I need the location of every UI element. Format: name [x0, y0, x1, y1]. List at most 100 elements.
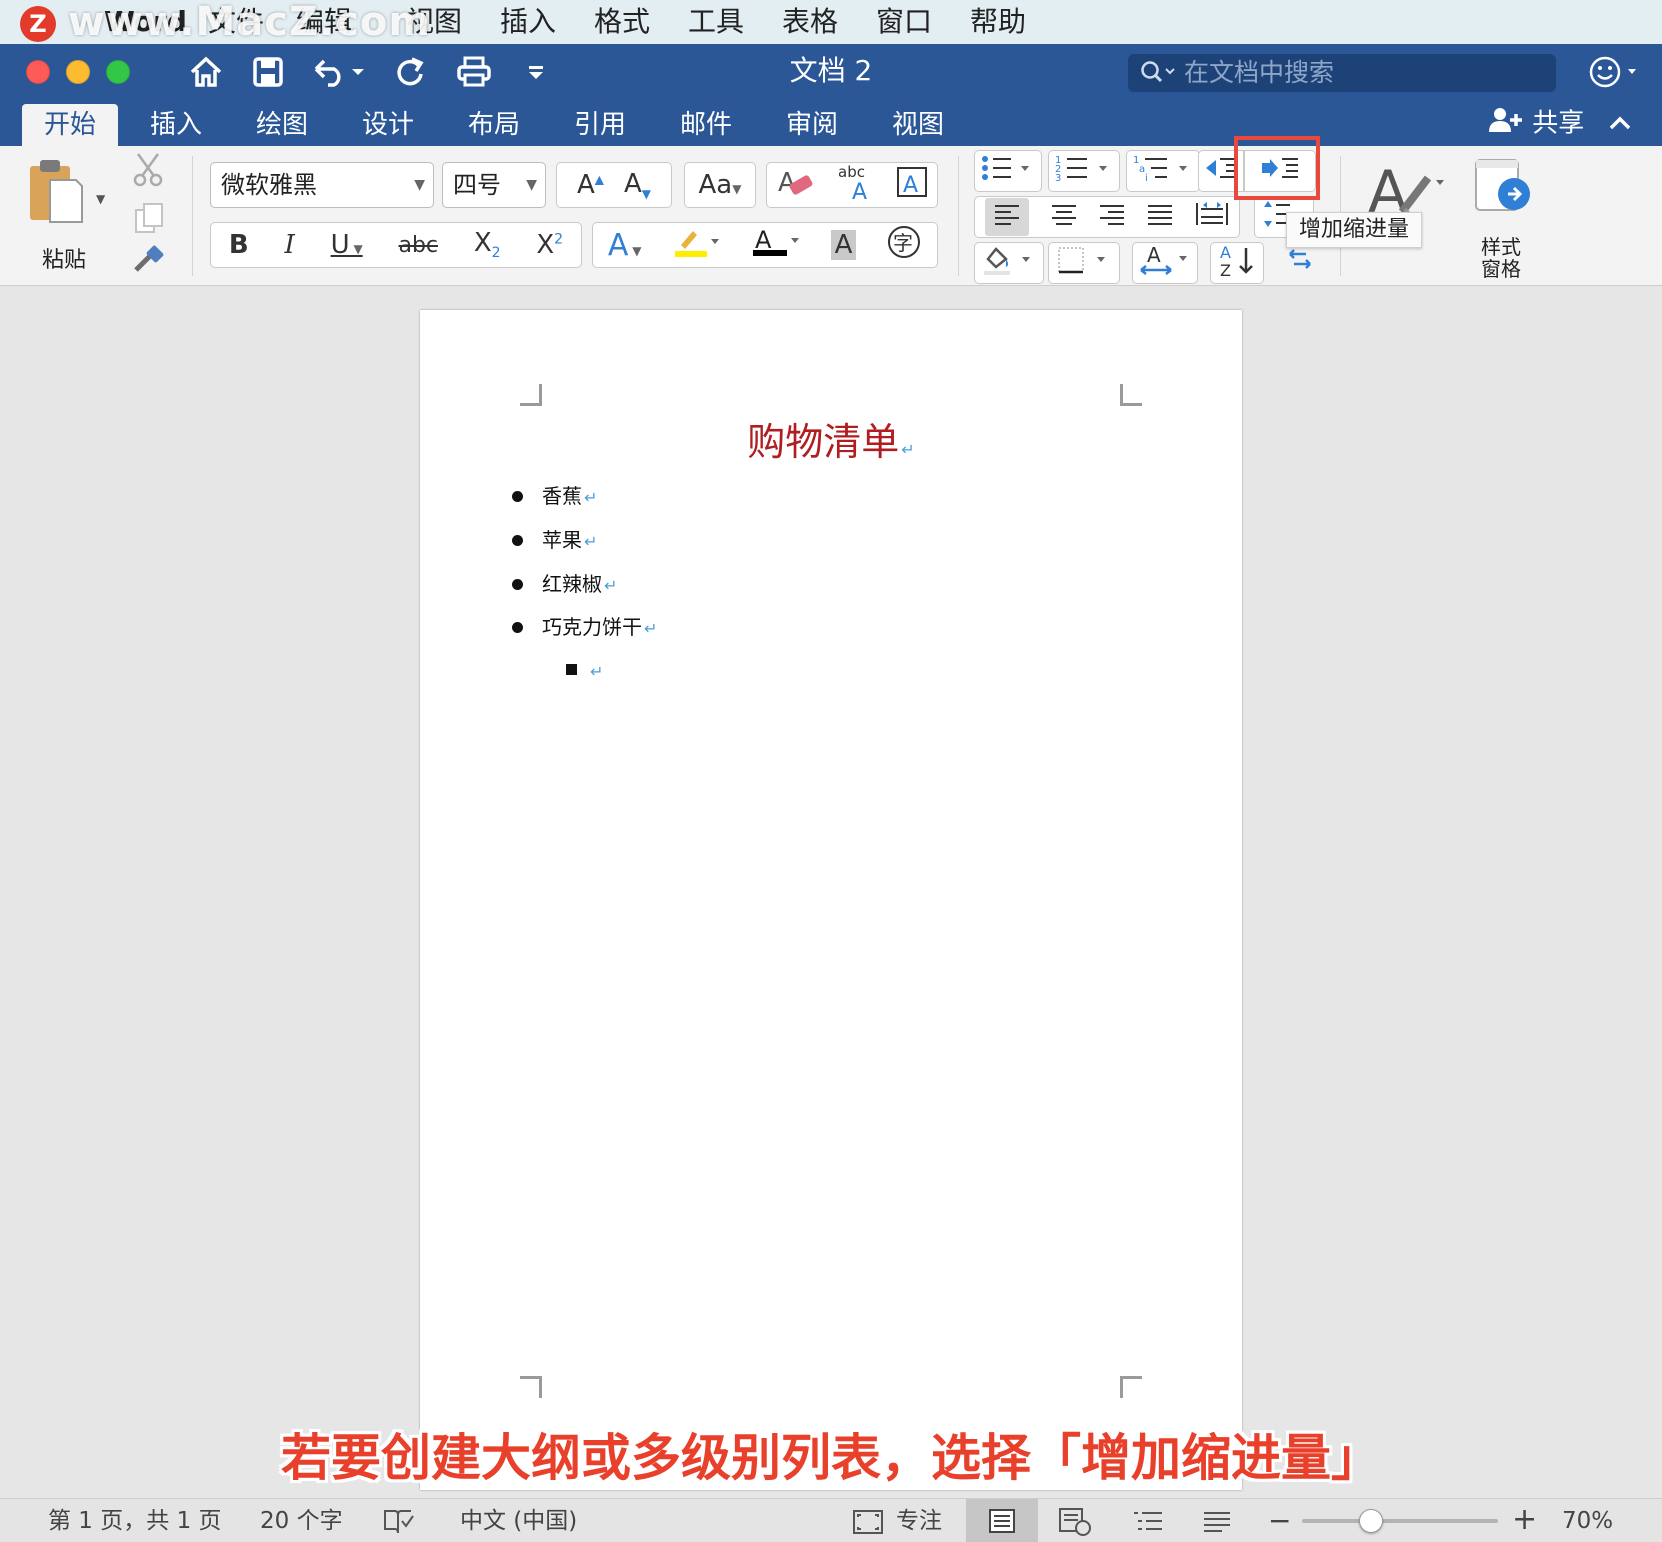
- list-item[interactable]: 巧克力饼干 ↵: [512, 615, 657, 641]
- sort-button[interactable]: AZ: [1210, 242, 1264, 284]
- superscript-icon[interactable]: X2: [536, 230, 563, 260]
- svg-text:A: A: [1147, 243, 1161, 267]
- clear-format-group: A abc A A: [766, 162, 938, 208]
- document-heading[interactable]: 购物清单 ↵: [420, 420, 1242, 472]
- text-effect-icon[interactable]: A ▼: [608, 228, 642, 263]
- change-case-button[interactable]: Aa▼: [684, 162, 756, 208]
- draft-view-icon[interactable]: [1202, 1509, 1232, 1541]
- highlight-color-icon[interactable]: [671, 225, 721, 266]
- list-item-text: 红辣椒: [542, 572, 602, 596]
- numbering-button[interactable]: 123: [1048, 150, 1120, 192]
- menu-format[interactable]: 格式: [594, 4, 650, 40]
- focus-label[interactable]: 专注: [896, 1507, 942, 1535]
- multilevel-list-button[interactable]: 1ai: [1126, 150, 1200, 192]
- font-color-icon[interactable]: A: [751, 224, 801, 267]
- ribbon-divider: [192, 156, 193, 276]
- bold-icon[interactable]: B: [229, 230, 249, 260]
- tab-mailings[interactable]: 邮件: [658, 104, 754, 146]
- outline-view-icon[interactable]: [1132, 1509, 1164, 1541]
- styles-pane-icon: [1472, 154, 1534, 220]
- chevron-down-icon: ▼: [414, 177, 425, 193]
- format-painter-icon[interactable]: [132, 244, 166, 276]
- increase-indent-highlight: [1234, 136, 1320, 200]
- menu-help[interactable]: 帮助: [970, 4, 1026, 40]
- change-case-icon: Aa▼: [698, 170, 742, 200]
- grow-font-icon[interactable]: A▲: [577, 170, 604, 200]
- zoom-slider-thumb[interactable]: [1358, 1509, 1383, 1533]
- list-item[interactable]: 苹果 ↵: [512, 528, 597, 554]
- tab-review[interactable]: 审阅: [764, 104, 860, 146]
- asian-layout-button[interactable]: A: [1132, 242, 1198, 284]
- search-box[interactable]: 在文档中搜索: [1128, 54, 1556, 92]
- numbered-list-icon: 123: [1053, 153, 1115, 190]
- show-marks-icon[interactable]: [1280, 248, 1320, 282]
- margin-corner: [520, 384, 542, 406]
- sort-az-icon: AZ: [1216, 242, 1258, 285]
- strikethrough-icon[interactable]: abc: [398, 233, 438, 258]
- styles-pane-button[interactable]: 样式窗格: [1468, 154, 1538, 280]
- menu-tools[interactable]: 工具: [688, 4, 744, 40]
- mac-menu-bar: Z Word 文件 编辑 视图 插入 格式 工具 表格 窗口 帮助 www.Ma…: [0, 0, 1662, 44]
- phonetic-guide-icon[interactable]: 字: [886, 224, 922, 267]
- zoom-in-icon[interactable]: +: [1512, 1505, 1537, 1535]
- character-border-icon[interactable]: A: [896, 166, 928, 205]
- zoom-slider[interactable]: [1302, 1509, 1498, 1533]
- tab-references[interactable]: 引用: [552, 104, 648, 146]
- list-item-text: 香蕉: [542, 484, 582, 508]
- list-item[interactable]: 红辣椒 ↵: [512, 572, 618, 598]
- text-effects-abc-icon[interactable]: abc A: [836, 163, 876, 208]
- borders-icon: [1055, 244, 1113, 283]
- proofing-book-icon[interactable]: [382, 1507, 414, 1541]
- font-name-dropdown[interactable]: 微软雅黑 ▼: [210, 162, 434, 208]
- instruction-caption: 若要创建大纲或多级别列表，选择「增加缩进量」: [281, 1429, 1381, 1487]
- align-right-icon[interactable]: [1098, 202, 1126, 232]
- clear-formatting-icon[interactable]: A: [776, 165, 816, 206]
- svg-text:A: A: [1220, 243, 1231, 262]
- menu-window[interactable]: 窗口: [876, 4, 932, 40]
- language-indicator[interactable]: 中文 (中国): [460, 1507, 577, 1535]
- cut-icon[interactable]: [132, 152, 164, 188]
- zoom-out-icon[interactable]: −: [1268, 1507, 1291, 1535]
- distributed-icon[interactable]: [1195, 201, 1229, 234]
- feedback-smiley-icon[interactable]: [1588, 54, 1640, 90]
- paste-label: 粘贴: [42, 248, 87, 273]
- document-page[interactable]: 购物清单 ↵ 香蕉 ↵ 苹果 ↵ 红辣椒 ↵ 巧克力饼干 ↵ ↵: [420, 310, 1242, 1490]
- italic-icon[interactable]: I: [285, 230, 295, 260]
- justify-icon[interactable]: [1146, 202, 1174, 232]
- copy-icon[interactable]: [134, 202, 164, 234]
- svg-text:A: A: [903, 173, 918, 198]
- bullets-button[interactable]: [974, 150, 1042, 192]
- subscript-icon[interactable]: X2: [474, 228, 501, 261]
- print-layout-view-icon[interactable]: [966, 1499, 1038, 1542]
- list-item[interactable]: 香蕉 ↵: [512, 484, 597, 510]
- tab-draw[interactable]: 绘图: [234, 104, 330, 146]
- page-count[interactable]: 第 1 页，共 1 页: [48, 1507, 222, 1535]
- character-shading-icon[interactable]: A: [830, 230, 857, 260]
- list-item-level-2[interactable]: ↵: [566, 658, 603, 684]
- menu-insert[interactable]: 插入: [500, 4, 556, 40]
- tab-layout[interactable]: 布局: [446, 104, 542, 146]
- share-button[interactable]: 共享: [1488, 106, 1584, 142]
- tab-view[interactable]: 视图: [870, 104, 966, 146]
- web-layout-view-icon[interactable]: [1058, 1507, 1092, 1542]
- tab-design[interactable]: 设计: [340, 104, 436, 146]
- paragraph-mark: ↵: [604, 576, 618, 595]
- borders-button[interactable]: [1048, 242, 1120, 284]
- align-center-icon[interactable]: [1050, 202, 1078, 232]
- zoom-level[interactable]: 70%: [1562, 1507, 1613, 1535]
- word-count[interactable]: 20 个字: [260, 1507, 343, 1535]
- paste-button[interactable]: ▼ 粘贴: [24, 156, 110, 276]
- align-left-icon[interactable]: [985, 198, 1030, 236]
- shading-button[interactable]: [974, 242, 1044, 284]
- menu-table[interactable]: 表格: [782, 4, 838, 40]
- underline-icon[interactable]: U ▼: [331, 230, 363, 260]
- bullet-icon: [512, 491, 523, 502]
- shrink-font-icon[interactable]: A▼: [624, 169, 651, 201]
- collapse-ribbon-icon[interactable]: [1606, 110, 1634, 138]
- margin-corner: [1120, 1376, 1142, 1398]
- font-name-value: 微软雅黑: [221, 171, 317, 199]
- focus-icon[interactable]: [852, 1509, 884, 1541]
- tab-home[interactable]: 开始: [22, 104, 119, 146]
- font-size-dropdown[interactable]: 四号 ▼: [442, 162, 546, 208]
- tab-insert[interactable]: 插入: [128, 104, 224, 146]
